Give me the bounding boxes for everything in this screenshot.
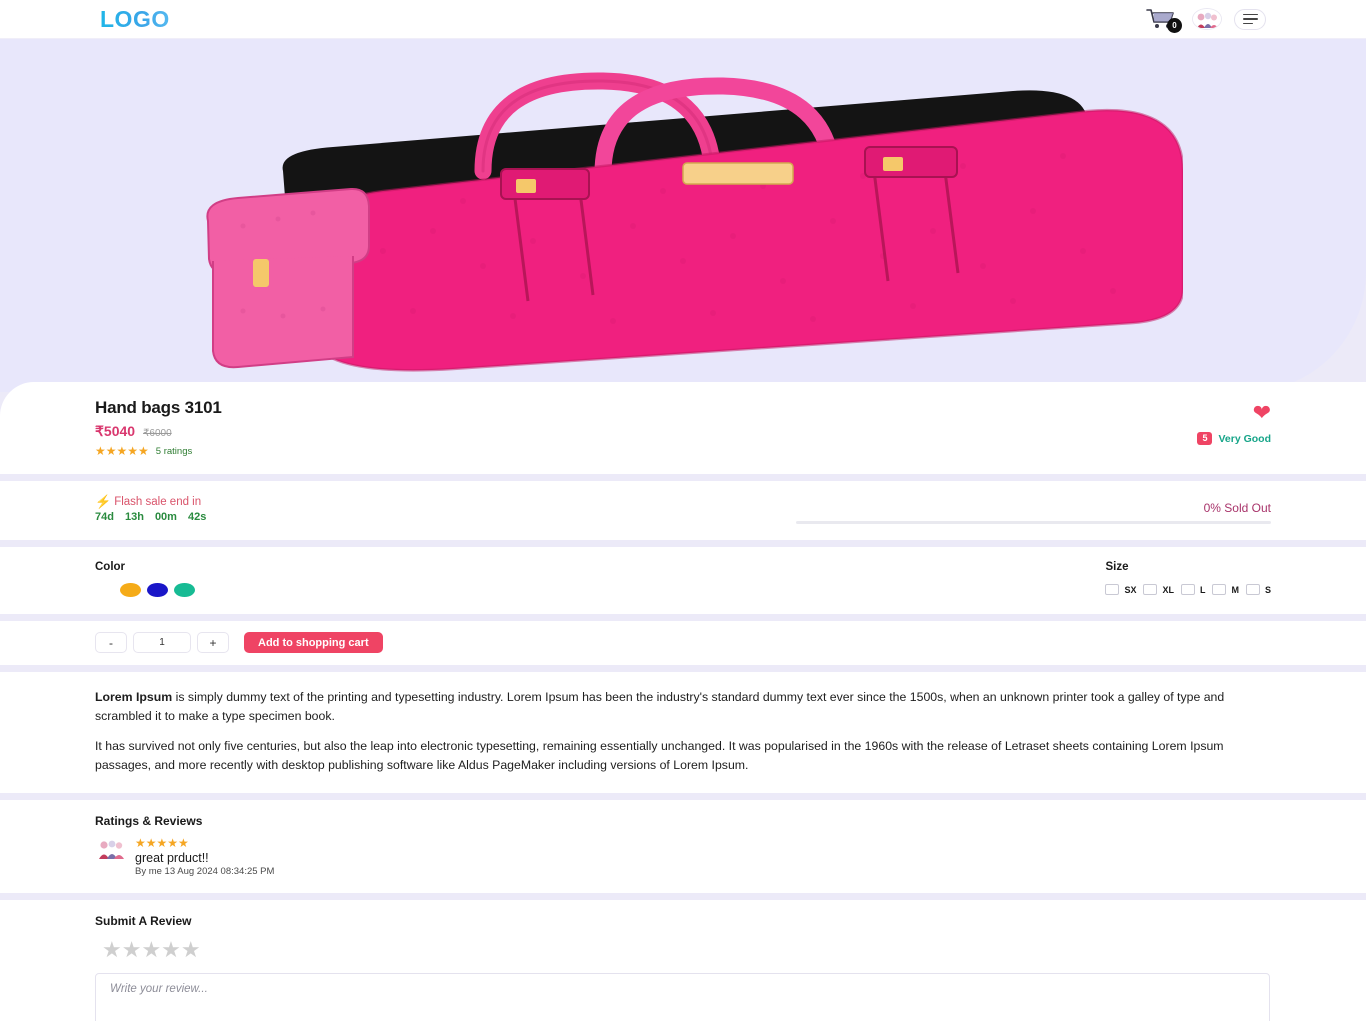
color-block: Color <box>95 561 195 597</box>
variant-selection-card: Color Size SX XL L M S <box>0 547 1366 614</box>
sold-out-label: 0% Sold Out <box>1203 501 1271 515</box>
cart-count-badge: 0 <box>1167 18 1182 33</box>
size-checkbox-l[interactable] <box>1180 584 1195 595</box>
rating-quality-row: 5 Very Good <box>1197 432 1271 445</box>
submit-review-card: Submit A Review ★★★★★ Save Review <box>0 900 1366 1021</box>
color-swatch-amber[interactable] <box>120 583 141 597</box>
review-text: great prduct!! <box>135 851 209 866</box>
color-label: Color <box>95 561 126 573</box>
size-checkbox-xl[interactable] <box>1143 584 1158 595</box>
rating-quality-label: Very Good <box>1218 432 1271 445</box>
size-option-label: M <box>1231 584 1239 595</box>
size-option-s[interactable]: S <box>1245 584 1271 595</box>
size-checkbox-m[interactable] <box>1212 584 1227 595</box>
size-option-label: XL <box>1162 584 1174 595</box>
menu-line-1 <box>1242 13 1258 16</box>
countdown-timer: 74d 13h 00m 42s <box>95 511 206 523</box>
countdown-seconds: 42s <box>187 511 207 523</box>
review-text-input[interactable] <box>95 973 1270 1021</box>
pink-handbag-illustration <box>206 71 1185 372</box>
avatar-image-icon <box>1193 9 1221 29</box>
menu-line-2 <box>1242 18 1258 20</box>
sold-progress-bar <box>796 521 1271 524</box>
menu-line-3 <box>1242 22 1253 25</box>
hamburger-menu-button[interactable] <box>1234 8 1266 30</box>
site-logo[interactable]: LOGO <box>100 6 170 33</box>
quantity-input[interactable]: 1 <box>133 632 191 653</box>
sold-out-progress: 0% Sold Out <box>796 495 1271 524</box>
quantity-increment-button[interactable]: + <box>197 632 229 653</box>
submit-review-title: Submit A Review <box>95 914 192 929</box>
review-list-item: ★★★★★ great prduct!! By me 13 Aug 2024 0… <box>95 836 1271 877</box>
description-paragraph-1: Lorem Ipsum is simply dummy text of the … <box>95 688 1271 726</box>
description-paragraph-2: It has survived not only five centuries,… <box>95 739 1224 773</box>
product-summary-card: Hand bags 3101 ₹5040 ₹6000 ★★★★★ 5 ratin… <box>0 382 1366 474</box>
countdown-minutes: 00m <box>154 511 177 523</box>
color-swatch-blue[interactable] <box>147 583 168 597</box>
ratings-count-label: 5 ratings <box>155 445 193 457</box>
size-option-label: SX <box>1124 584 1137 595</box>
header-actions: 0 <box>1146 6 1266 33</box>
color-swatch-list <box>95 583 195 597</box>
product-actions: ❤ 5 Very Good <box>1197 398 1271 445</box>
site-header: LOGO 0 <box>0 0 1366 39</box>
reviewer-avatar <box>95 836 126 861</box>
flash-sale-label: Flash sale end in <box>114 495 202 508</box>
size-option-label: S <box>1264 584 1271 595</box>
cart-button[interactable]: 0 <box>1146 6 1182 33</box>
lightning-bolt-icon: ⚡ <box>95 494 112 509</box>
color-swatch-teal[interactable] <box>174 583 195 597</box>
size-option-list: SX XL L M S <box>1105 584 1271 595</box>
size-option-sx[interactable]: SX <box>1105 584 1136 595</box>
current-price: ₹5040 <box>95 423 136 439</box>
add-to-cart-button[interactable]: Add to shopping cart <box>244 632 383 653</box>
product-star-rating: ★★★★★ <box>95 444 149 458</box>
user-avatar[interactable] <box>1192 8 1222 30</box>
purchase-controls-card: - 1 + Add to shopping cart <box>0 621 1366 665</box>
rating-score-badge: 5 <box>1197 432 1213 445</box>
wishlist-heart-icon[interactable]: ❤ <box>1253 402 1271 424</box>
product-hero-banner <box>0 39 1366 392</box>
countdown-days: 74d <box>95 511 114 523</box>
review-star-rating: ★★★★★ <box>135 836 189 851</box>
product-detail-page: LOGO 0 Hand bags 3101 ₹5040 ₹6000 ★★★★★ … <box>0 0 1366 1021</box>
size-block: Size SX XL L M S <box>1105 561 1271 597</box>
description-lead: Lorem Ipsum <box>95 690 173 704</box>
description-body-1: is simply dummy text of the printing and… <box>95 690 1225 724</box>
product-title: Hand bags 3101 <box>95 398 222 417</box>
product-image[interactable] <box>183 51 1185 381</box>
size-label: Size <box>1105 561 1129 573</box>
flash-sale-info: ⚡ Flash sale end in 74d 13h 00m 42s <box>95 495 206 523</box>
flash-sale-card: ⚡ Flash sale end in 74d 13h 00m 42s 0% S… <box>0 481 1366 540</box>
reviewer-avatar-icon <box>95 836 126 860</box>
reviews-section-title: Ratings & Reviews <box>95 814 203 829</box>
countdown-hours: 13h <box>124 511 144 523</box>
size-option-l[interactable]: L <box>1180 584 1206 595</box>
ratings-reviews-card: Ratings & Reviews ★★★★★ great prduct!! B… <box>0 800 1366 894</box>
product-info: Hand bags 3101 ₹5040 ₹6000 ★★★★★ 5 ratin… <box>95 398 222 458</box>
size-option-m[interactable]: M <box>1212 584 1239 595</box>
size-option-xl[interactable]: XL <box>1143 584 1174 595</box>
quantity-decrement-button[interactable]: - <box>95 632 127 653</box>
review-rating-stars-input[interactable]: ★★★★★ <box>95 937 1271 963</box>
flash-sale-heading: ⚡ Flash sale end in <box>95 495 206 508</box>
product-description-card: Lorem Ipsum is simply dummy text of the … <box>0 672 1366 794</box>
review-content: ★★★★★ great prduct!! By me 13 Aug 2024 0… <box>135 836 274 877</box>
price-row: ₹5040 ₹6000 <box>95 423 222 440</box>
size-option-label: L <box>1199 584 1206 595</box>
rating-row: ★★★★★ 5 ratings <box>95 444 222 458</box>
size-checkbox-s[interactable] <box>1245 584 1260 595</box>
size-checkbox-sx[interactable] <box>1105 584 1120 595</box>
original-price: ₹6000 <box>143 428 172 439</box>
review-meta: By me 13 Aug 2024 08:34:25 PM <box>135 866 275 878</box>
